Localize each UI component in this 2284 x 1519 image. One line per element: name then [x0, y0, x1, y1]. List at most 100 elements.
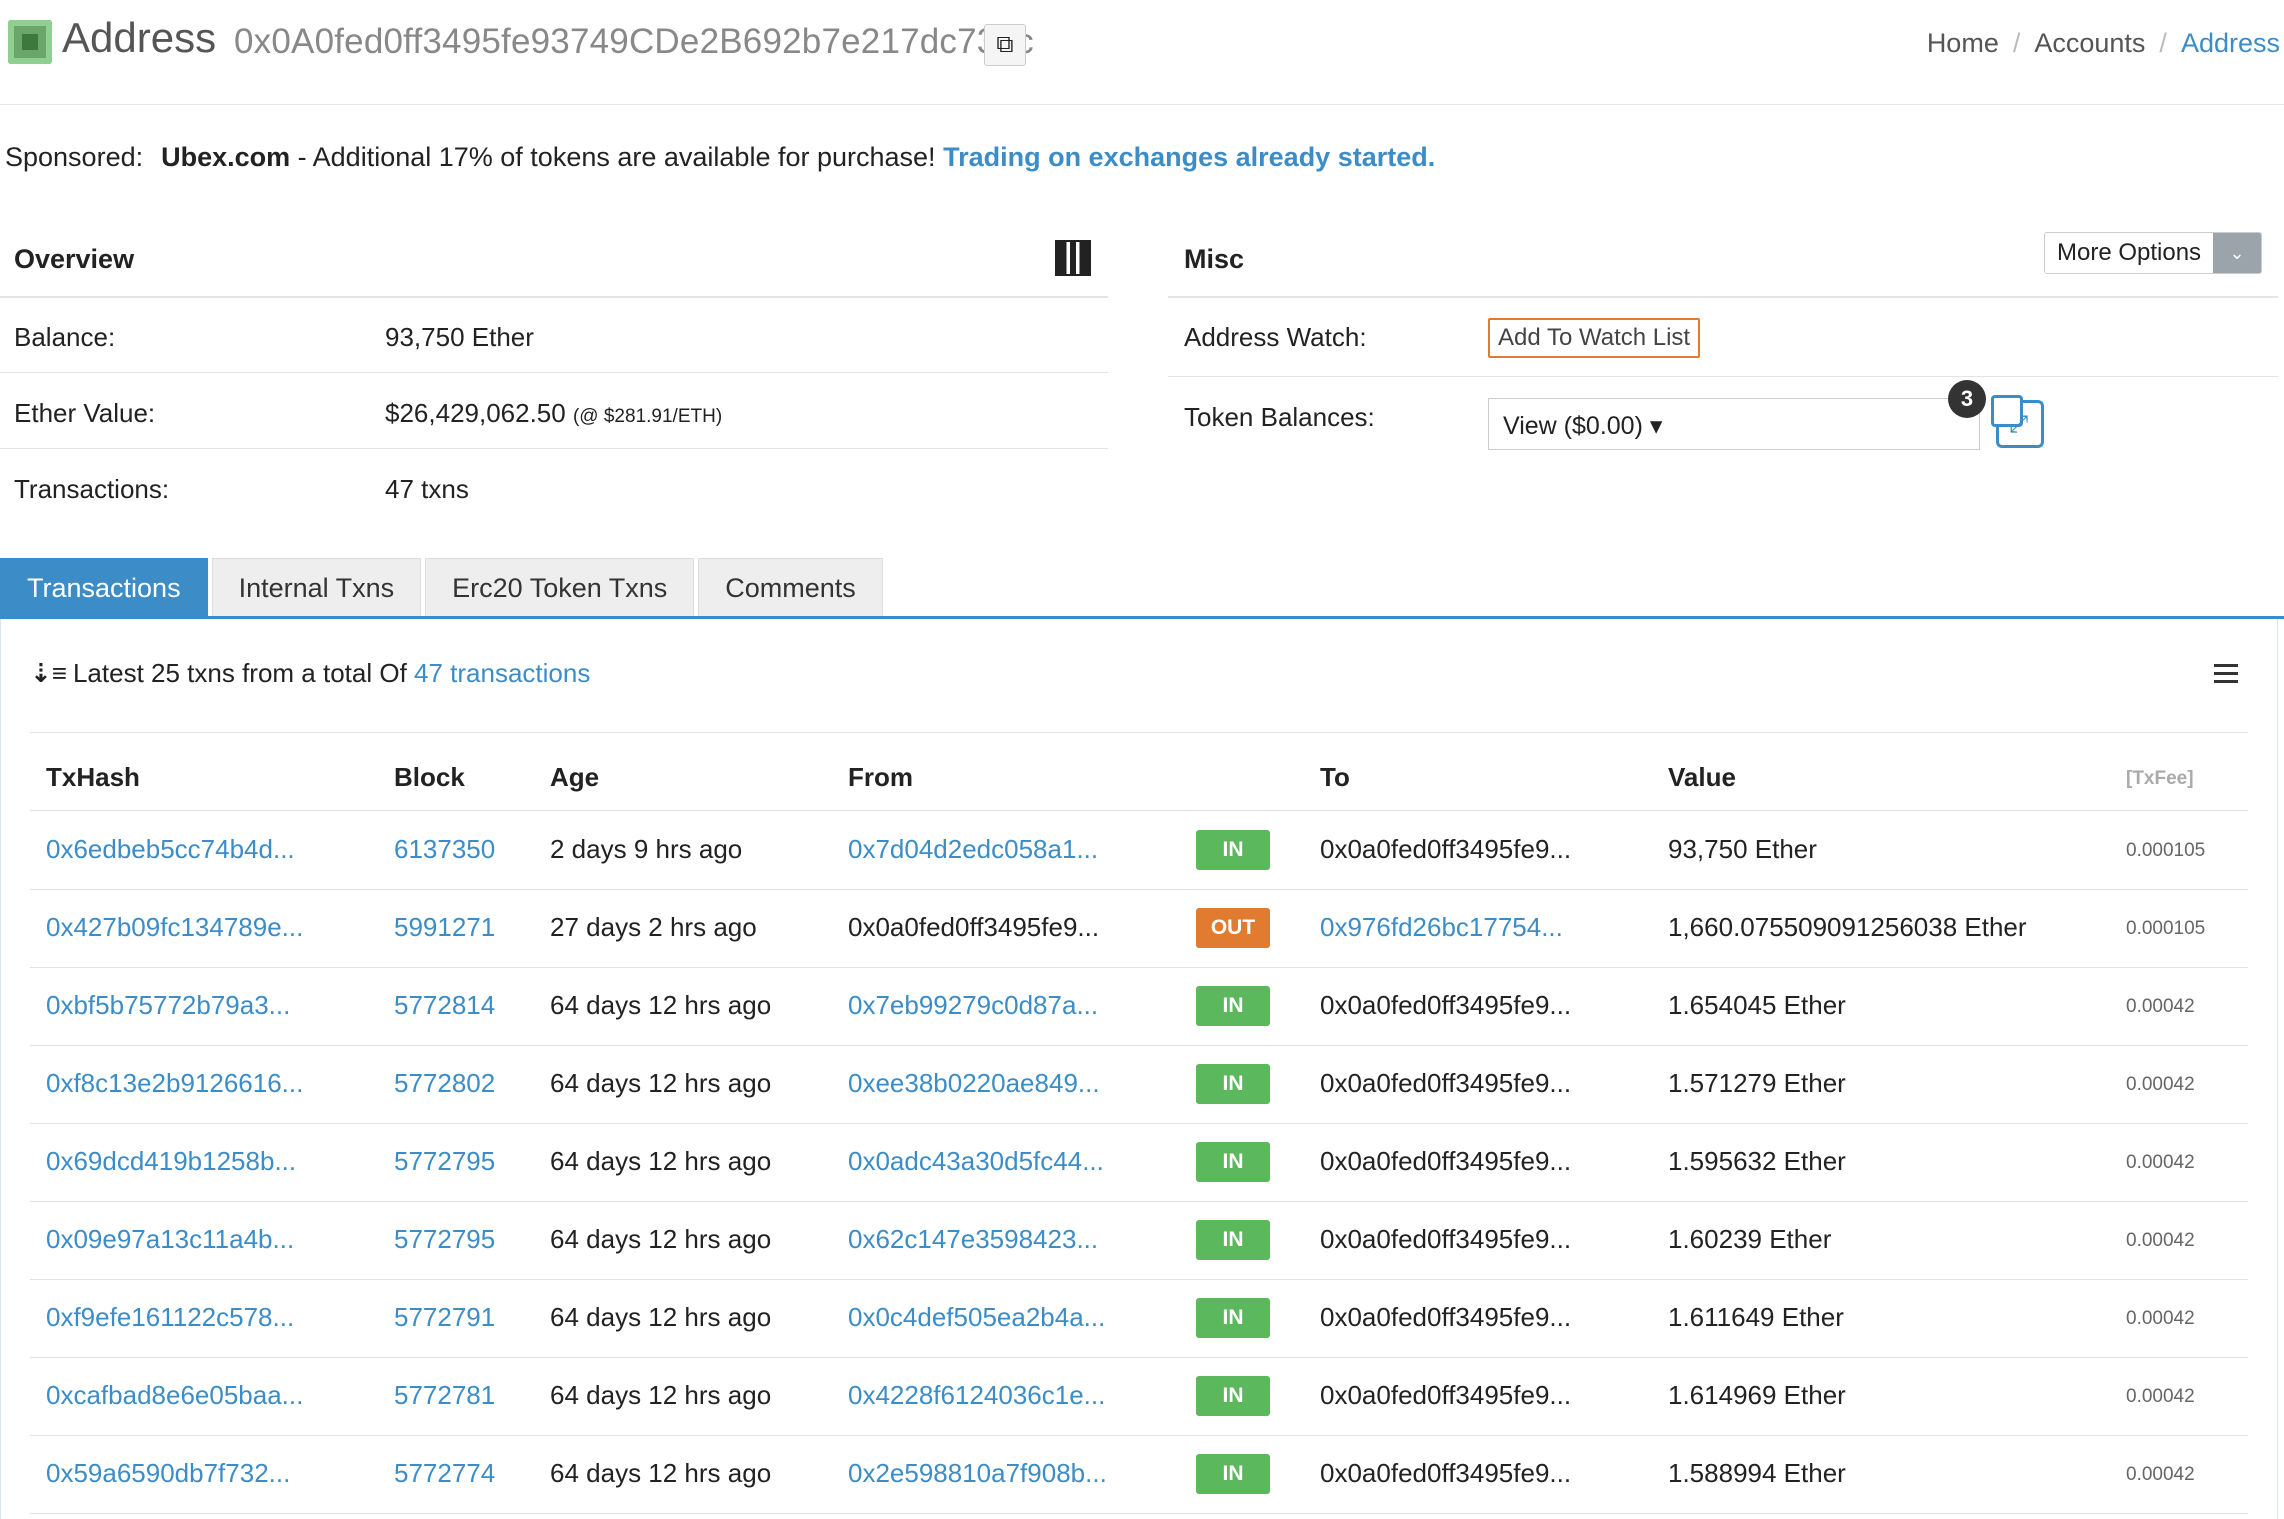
txhash-link[interactable]: 0xf8c13e2b9126616...	[46, 1068, 303, 1099]
tab-panel-border	[0, 619, 1, 1519]
block-link[interactable]: 5772791	[394, 1302, 495, 1333]
page: Address 0x0A0fed0ff3495fe93749CDe2B692b7…	[0, 0, 2284, 1519]
txhash-link[interactable]: 0x59a6590db7f732...	[46, 1458, 290, 1489]
row-divider	[30, 1279, 2248, 1280]
txfee-cell: 0.00042	[2126, 1230, 2195, 1251]
age-cell: 64 days 12 hrs ago	[550, 990, 772, 1020]
to-address[interactable]: 0x0a0fed0ff3495fe9...	[1320, 1224, 1571, 1255]
age-cell: 64 days 12 hrs ago	[550, 1146, 772, 1176]
col-age[interactable]: Age	[550, 762, 599, 793]
header-divider	[0, 104, 2284, 105]
direction-badge: IN	[1196, 1376, 1270, 1416]
token-balances-label: Token Balances:	[1184, 402, 1375, 432]
row-divider	[30, 1045, 2248, 1046]
misc-divider	[1168, 296, 2278, 298]
add-to-watch-list-button[interactable]: Add To Watch List	[1488, 318, 1701, 358]
more-options-button[interactable]: More Options ⌄	[2044, 232, 2263, 274]
sponsored-brand[interactable]: Ubex.com	[161, 142, 290, 172]
from-address[interactable]: 0x7eb99279c0d87a...	[848, 990, 1098, 1021]
txhash-link[interactable]: 0x09e97a13c11a4b...	[46, 1224, 294, 1255]
block-link[interactable]: 5772795	[394, 1146, 495, 1177]
block-link[interactable]: 5772814	[394, 990, 495, 1021]
to-address[interactable]: 0x0a0fed0ff3495fe9...	[1320, 1068, 1571, 1099]
hamburger-menu-icon[interactable]	[2214, 664, 2238, 684]
token-balances-dropdown[interactable]: View ($0.00) ▾	[1488, 398, 1980, 450]
row-divider	[30, 1123, 2248, 1124]
block-link[interactable]: 5772774	[394, 1458, 495, 1489]
block-link[interactable]: 5772802	[394, 1068, 495, 1099]
direction-badge: OUT	[1196, 908, 1270, 948]
txhash-link[interactable]: 0x427b09fc134789e...	[46, 912, 303, 943]
sort-icon[interactable]: ⇣≡	[30, 658, 67, 688]
txhash-link[interactable]: 0x6edbeb5cc74b4d...	[46, 834, 295, 865]
tab-transactions[interactable]: Transactions	[0, 558, 208, 618]
age-cell: 64 days 12 hrs ago	[550, 1302, 772, 1332]
tab-erc20-token-txns[interactable]: Erc20 Token Txns	[425, 558, 695, 618]
from-address[interactable]: 0x0adc43a30d5fc44...	[848, 1146, 1104, 1177]
from-address[interactable]: 0x0a0fed0ff3495fe9...	[848, 912, 1099, 943]
row-divider	[0, 372, 1108, 373]
block-link[interactable]: 5772795	[394, 1224, 495, 1255]
to-address[interactable]: 0x0a0fed0ff3495fe9...	[1320, 834, 1571, 865]
direction-badge: IN	[1196, 830, 1270, 870]
page-title: Address	[62, 14, 217, 61]
row-divider	[1168, 376, 2278, 377]
address-hash: 0x0A0fed0ff3495fe93749CDe2B692b7e217dc73…	[234, 22, 1034, 61]
col-value: Value	[1668, 762, 1736, 792]
chevron-down-icon: ⌄	[2213, 233, 2262, 273]
overview-divider	[0, 296, 1108, 298]
txfee-cell: 0.00042	[2126, 1308, 2195, 1329]
from-address[interactable]: 0xee38b0220ae849...	[848, 1068, 1100, 1099]
txhash-link[interactable]: 0xbf5b75772b79a3...	[46, 990, 290, 1021]
from-address[interactable]: 0x2e598810a7f908b...	[848, 1458, 1107, 1489]
txhash-link[interactable]: 0xf9efe161122c578...	[46, 1302, 294, 1333]
header-row-border	[30, 810, 2248, 811]
overview-title: Overview	[14, 244, 135, 274]
block-link[interactable]: 6137350	[394, 834, 495, 865]
block-link[interactable]: 5772781	[394, 1380, 495, 1411]
txfee-cell: 0.00042	[2126, 1074, 2195, 1095]
transactions-summary: ⇣≡ Latest 25 txns from a total Of 47 tran…	[30, 658, 590, 689]
to-address[interactable]: 0x0a0fed0ff3495fe9...	[1320, 1302, 1571, 1333]
to-address[interactable]: 0x0a0fed0ff3495fe9...	[1320, 1146, 1571, 1177]
direction-badge: IN	[1196, 986, 1270, 1026]
txfee-cell: 0.00042	[2126, 1386, 2195, 1407]
direction-badge: IN	[1196, 1142, 1270, 1182]
to-address[interactable]: 0x0a0fed0ff3495fe9...	[1320, 1458, 1571, 1489]
value-cell: 1.595632 Ether	[1668, 1146, 1846, 1176]
col-txhash: TxHash	[46, 762, 140, 792]
row-divider	[30, 967, 2248, 968]
from-address[interactable]: 0x4228f6124036c1e...	[848, 1380, 1105, 1411]
from-address[interactable]: 0x0c4def505ea2b4a...	[848, 1302, 1105, 1333]
tab-internal-txns[interactable]: Internal Txns	[211, 558, 422, 618]
txfee-cell: 0.000105	[2126, 840, 2206, 861]
to-address[interactable]: 0x976fd26bc17754...	[1320, 912, 1563, 943]
row-divider	[30, 1201, 2248, 1202]
age-cell: 64 days 12 hrs ago	[550, 1458, 772, 1488]
value-cell: 1.654045 Ether	[1668, 990, 1846, 1020]
from-address[interactable]: 0x7d04d2edc058a1...	[848, 834, 1098, 865]
direction-badge: IN	[1196, 1298, 1270, 1338]
col-txfee[interactable]: [TxFee]	[2126, 768, 2194, 790]
copy-address-button[interactable]: ⧉	[984, 24, 1026, 66]
block-link[interactable]: 5991271	[394, 912, 495, 943]
breadcrumb-home[interactable]: Home	[1927, 28, 1999, 58]
txhash-link[interactable]: 0x69dcd419b1258b...	[46, 1146, 296, 1177]
expand-icon[interactable]: ⤢	[1991, 395, 2044, 448]
copy-icon: ⧉	[996, 31, 1014, 58]
row-divider	[30, 1435, 2248, 1436]
row-divider	[30, 1357, 2248, 1358]
all-transactions-link[interactable]: 47 transactions	[414, 658, 590, 688]
qr-code-icon[interactable]	[1055, 240, 1091, 276]
to-address[interactable]: 0x0a0fed0ff3495fe9...	[1320, 990, 1571, 1021]
address-identicon	[8, 20, 52, 64]
more-options-label: More Options	[2045, 233, 2214, 273]
from-address[interactable]: 0x62c147e3598423...	[848, 1224, 1098, 1255]
sponsored-cta-link[interactable]: Trading on exchanges already started.	[943, 142, 1435, 172]
tab-comments[interactable]: Comments	[698, 558, 883, 618]
breadcrumb-accounts[interactable]: Accounts	[2034, 28, 2145, 58]
txhash-link[interactable]: 0xcafbad8e6e05baa...	[46, 1380, 303, 1411]
to-address[interactable]: 0x0a0fed0ff3495fe9...	[1320, 1380, 1571, 1411]
value-cell: 1,660.075509091256038 Ether	[1668, 912, 2027, 942]
row-divider	[0, 448, 1108, 449]
